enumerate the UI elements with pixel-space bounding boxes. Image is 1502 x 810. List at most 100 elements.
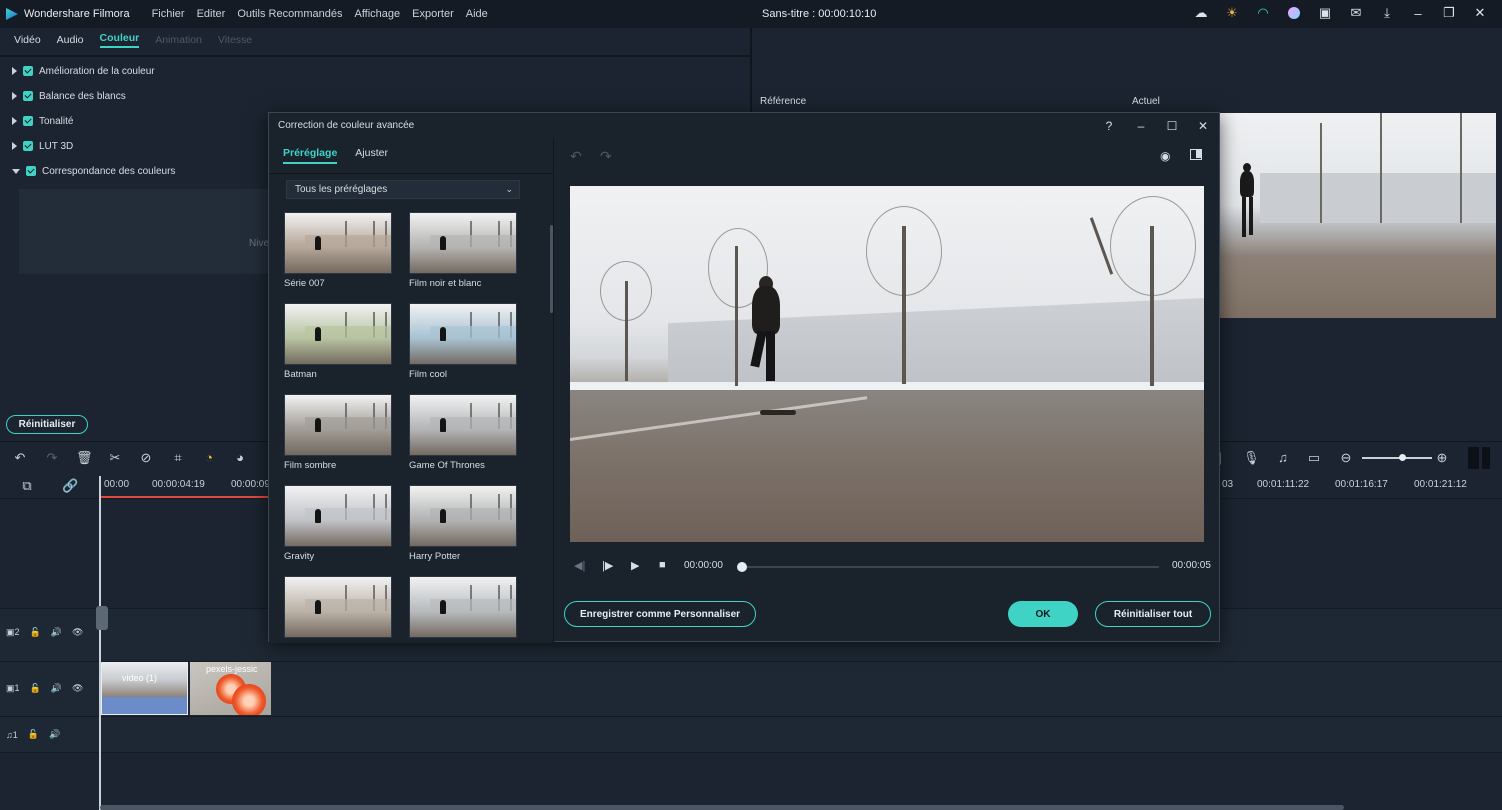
option-lut3d[interactable]: LUT 3D [12, 138, 73, 154]
mail-icon[interactable]: ✉ [1348, 5, 1364, 21]
lock-icon[interactable]: 🔓 [30, 627, 41, 638]
preset-thumbnail[interactable] [284, 212, 392, 274]
minimize-icon[interactable]: – [1133, 118, 1149, 134]
playhead[interactable] [99, 476, 101, 810]
preset-item[interactable]: Série 007 [284, 212, 392, 289]
preset-item[interactable] [284, 576, 392, 642]
palette-icon[interactable]: ◕ [232, 450, 248, 466]
option-tonalite[interactable]: Tonalité [12, 113, 73, 129]
stop-icon[interactable]: ■ [659, 559, 666, 571]
menu-affichage[interactable]: Affichage [354, 8, 400, 20]
preset-thumbnail[interactable] [409, 485, 517, 547]
reset-all-button[interactable]: Réinitialiser tout [1095, 601, 1211, 627]
eye-icon[interactable]: 👁 [72, 683, 83, 694]
save-icon[interactable]: ▣ [1317, 5, 1333, 21]
close-icon[interactable]: ✕ [1472, 5, 1488, 21]
menu-exporter[interactable]: Exporter [412, 8, 454, 20]
tab-audio[interactable]: Audio [57, 34, 84, 46]
video-preview[interactable] [570, 186, 1204, 542]
progress-bar[interactable] [741, 566, 1159, 568]
lock-icon[interactable]: 🔓 [30, 683, 41, 694]
progress-knob[interactable] [737, 562, 747, 572]
menu-outils[interactable]: Outils Recommandés [237, 8, 342, 20]
preset-item[interactable]: Game Of Thrones [409, 394, 517, 471]
preset-thumbnail[interactable] [284, 303, 392, 365]
option-amelioration[interactable]: Amélioration de la couleur [12, 63, 155, 79]
add-track-icon[interactable]: ⧉ [19, 478, 35, 494]
prev-frame-icon[interactable]: ◀| [574, 559, 585, 572]
checkbox-icon[interactable] [23, 141, 33, 151]
sun-icon[interactable]: ☀ [1224, 5, 1240, 21]
playhead-handle[interactable] [96, 606, 108, 630]
preset-thumbnail[interactable] [409, 212, 517, 274]
maximize-icon[interactable]: ☐ [1164, 118, 1180, 134]
checkbox-icon[interactable] [26, 166, 36, 176]
preset-thumbnail[interactable] [284, 576, 392, 638]
preset-item[interactable]: Gravity [284, 485, 392, 562]
collapse-icon[interactable] [12, 168, 20, 174]
zoom-slider-knob[interactable] [1399, 454, 1406, 461]
tag-icon[interactable]: ⊘ [138, 450, 154, 466]
play-frame-icon[interactable]: |▶ [602, 559, 613, 572]
preset-thumbnail[interactable] [409, 303, 517, 365]
expand-icon[interactable] [12, 67, 17, 75]
option-correspondance[interactable]: Correspondance des couleurs [12, 163, 175, 179]
crop-icon[interactable]: ⌗ [170, 450, 186, 466]
preset-thumbnail[interactable] [409, 576, 517, 638]
menu-aide[interactable]: Aide [466, 8, 488, 20]
preset-thumbnail[interactable] [284, 485, 392, 547]
preset-item[interactable] [409, 576, 517, 642]
menu-editer[interactable]: Editer [197, 8, 226, 20]
redo-icon[interactable]: ↷ [44, 450, 60, 466]
save-custom-button[interactable]: Enregistrer comme Personnaliser [564, 601, 756, 627]
preset-filter-select[interactable]: Tous les préréglages ⌄ [286, 180, 520, 199]
preset-item[interactable]: Film sombre [284, 394, 392, 471]
checkbox-icon[interactable] [23, 116, 33, 126]
headset-icon[interactable]: ◠ [1255, 5, 1271, 21]
redo-icon[interactable]: ↷ [600, 148, 612, 165]
panel-toggle-icon[interactable] [1468, 447, 1490, 469]
zoom-slider[interactable] [1362, 457, 1432, 459]
timeline-clip-image[interactable]: pexels-jessic [190, 662, 271, 715]
reset-button[interactable]: Réinitialiser [6, 415, 88, 434]
speaker-icon[interactable]: 🔊 [51, 627, 62, 638]
timeline-scrollbar[interactable] [100, 805, 1344, 810]
preset-item[interactable]: Batman [284, 303, 392, 380]
link-icon[interactable]: 🔗 [62, 478, 78, 494]
tab-couleur[interactable]: Couleur [99, 32, 140, 48]
undo-icon[interactable]: ↶ [12, 450, 28, 466]
minimize-icon[interactable]: – [1410, 5, 1426, 21]
preset-item[interactable]: Film noir et blanc [409, 212, 517, 289]
cloud-icon[interactable]: ☁ [1193, 5, 1209, 21]
tab-ajuster[interactable]: Ajuster [355, 147, 388, 164]
speaker-icon[interactable]: 🔊 [49, 729, 60, 740]
cut-icon[interactable]: ✂ [107, 450, 123, 466]
eye-icon[interactable]: 👁 [72, 627, 83, 638]
zoom-in-icon[interactable]: ⊕ [1434, 450, 1450, 466]
close-icon[interactable]: ✕ [1195, 118, 1211, 134]
tab-video[interactable]: Vidéo [14, 34, 41, 46]
speed-icon[interactable]: ◔ [201, 450, 217, 466]
expand-icon[interactable] [12, 92, 17, 100]
delete-icon[interactable]: 🗑 [76, 450, 93, 466]
preset-item[interactable]: Film cool [409, 303, 517, 380]
music-icon[interactable]: ♫ [1275, 450, 1291, 466]
lock-icon[interactable]: 🔓 [28, 729, 39, 740]
help-icon[interactable]: ? [1101, 118, 1117, 134]
zoom-out-icon[interactable]: ⊖ [1338, 450, 1354, 466]
restore-icon[interactable]: ❐ [1441, 5, 1457, 21]
speaker-icon[interactable]: 🔊 [51, 683, 62, 694]
fit-icon[interactable]: ▭ [1306, 450, 1322, 466]
checkbox-icon[interactable] [23, 66, 33, 76]
ok-button[interactable]: OK [1008, 601, 1078, 627]
preset-thumbnail[interactable] [409, 394, 517, 456]
play-icon[interactable]: ▶ [631, 559, 639, 572]
preset-item[interactable]: Harry Potter [409, 485, 517, 562]
preset-thumbnail[interactable] [284, 394, 392, 456]
split-view-icon[interactable] [1190, 149, 1202, 160]
timeline-clip-video[interactable]: video (1) [101, 662, 188, 715]
checkbox-icon[interactable] [23, 91, 33, 101]
avatar-icon[interactable] [1286, 5, 1302, 21]
preset-scrollbar[interactable] [550, 225, 553, 313]
eye-icon[interactable]: ◉ [1160, 149, 1170, 163]
